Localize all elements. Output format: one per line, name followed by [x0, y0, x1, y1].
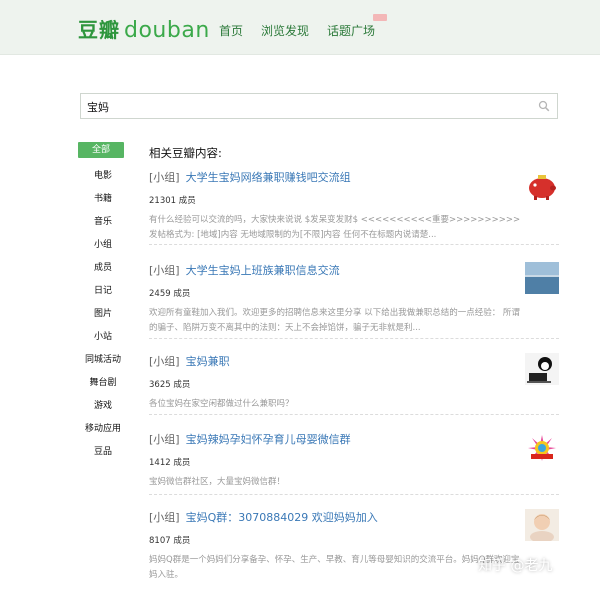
logo-english: douban [124, 18, 210, 43]
result-tag: [小组] [149, 511, 180, 524]
result-description: 欢迎所有童鞋加入我们。欢迎更多的招聘信息来这里分享 以下给出我做兼职总结的一点经… [149, 308, 520, 333]
result-description: 妈妈Q群是一个妈妈们分享备孕、怀孕、生产、早教、育儿等母婴知识的交流平台。妈妈Q… [149, 555, 520, 580]
result-item: [小组] 宝妈辣妈孕妇怀孕育儿母婴微信群 1412 成员 宝妈微信群社区，大量宝妈… [149, 431, 559, 490]
logo-chinese: 豆瓣 [78, 18, 120, 42]
result-member-count: 3625 成员 [149, 380, 191, 390]
result-member-count: 1412 成员 [149, 458, 191, 468]
sea-landscape-thumbnail[interactable] [525, 262, 559, 294]
piggy-bank-thumbnail[interactable] [525, 169, 559, 201]
result-description: 宝妈微信群社区，大量宝妈微信群！ [149, 477, 286, 487]
sidebar-item-member[interactable]: 成员 [78, 257, 128, 280]
top-header: 豆瓣 douban 首页 浏览发现 话题广场 [0, 0, 600, 55]
sidebar-item-movie[interactable]: 电影 [78, 165, 128, 188]
search-icon[interactable] [538, 100, 550, 112]
search-input[interactable]: 宝妈 [87, 99, 109, 115]
baby-photo-thumbnail[interactable] [525, 509, 559, 541]
nav-topics[interactable]: 话题广场 [327, 14, 388, 39]
sidebar-item-product[interactable]: 豆品 [78, 441, 128, 464]
result-divider [149, 414, 559, 415]
result-member-count: 8107 成员 [149, 536, 191, 546]
result-title-link[interactable]: 大学生宝妈网络兼职赚钱吧交流组 [186, 171, 351, 184]
result-description: 有什么经验可以交流的吗，大家快来说说 $发呆变发财$ <<<<<<<<<<重要>… [149, 215, 521, 240]
colorful-badge-thumbnail[interactable] [525, 431, 559, 463]
result-tag: [小组] [149, 433, 180, 446]
sidebar-item-site[interactable]: 小站 [78, 326, 128, 349]
result-item: [小组] 大学生宝妈网络兼职赚钱吧交流组 21301 成员 有什么经验可以交流的吗… [149, 169, 559, 243]
result-divider [149, 244, 559, 245]
result-item: [小组] 大学生宝妈上班族兼职信息交流 2459 成员 欢迎所有童鞋加入我们。欢迎… [149, 262, 559, 336]
result-title-link[interactable]: 大学生宝妈上班族兼职信息交流 [186, 264, 340, 277]
nav-browse[interactable]: 浏览发现 [261, 22, 309, 39]
result-tag: [小组] [149, 171, 180, 184]
nav-topics-label: 话题广场 [327, 24, 376, 38]
result-title-link[interactable]: 宝妈兼职 [186, 355, 230, 368]
douban-logo[interactable]: 豆瓣 douban [78, 14, 210, 43]
result-member-count: 21301 成员 [149, 196, 196, 206]
sidebar-item-event[interactable]: 同城活动 [78, 349, 128, 372]
new-badge [373, 14, 388, 21]
result-tag: [小组] [149, 355, 180, 368]
sidebar-item-diary[interactable]: 日记 [78, 280, 128, 303]
sidebar-item-app[interactable]: 移动应用 [78, 418, 128, 441]
result-title-link[interactable]: 宝妈Q群：3070884029 欢迎妈妈加入 [186, 511, 378, 524]
result-divider [149, 338, 559, 339]
sidebar-item-photo[interactable]: 图片 [78, 303, 128, 326]
results-title: 相关豆瓣内容: [149, 146, 222, 160]
search-box[interactable]: 宝妈 [80, 93, 558, 119]
sidebar-item-book[interactable]: 书籍 [78, 188, 128, 211]
sidebar-item-all[interactable]: 全部 [78, 142, 124, 158]
main-nav: 首页 浏览发现 话题广场 [219, 14, 393, 39]
result-title-link[interactable]: 宝妈辣妈孕妇怀孕育儿母婴微信群 [186, 433, 351, 446]
sidebar-item-drama[interactable]: 舞台剧 [78, 372, 128, 395]
nav-home[interactable]: 首页 [219, 22, 243, 39]
sidebar-item-game[interactable]: 游戏 [78, 395, 128, 418]
zhihu-watermark: 知乎 @老九 [478, 558, 553, 574]
result-description: 各位宝妈在家空闲都做过什么兼职吗？ [149, 399, 294, 409]
sidebar-item-music[interactable]: 音乐 [78, 211, 128, 234]
result-member-count: 2459 成员 [149, 289, 191, 299]
cartoon-laptop-thumbnail[interactable] [525, 353, 559, 385]
category-sidebar: 全部 电影 书籍 音乐 小组 成员 日记 图片 小站 同城活动 舞台剧 游戏 移… [78, 142, 128, 464]
result-item: [小组] 宝妈兼职 3625 成员 各位宝妈在家空闲都做过什么兼职吗？ [149, 353, 559, 412]
result-divider [149, 494, 559, 495]
result-tag: [小组] [149, 264, 180, 277]
sidebar-item-group[interactable]: 小组 [78, 234, 128, 257]
